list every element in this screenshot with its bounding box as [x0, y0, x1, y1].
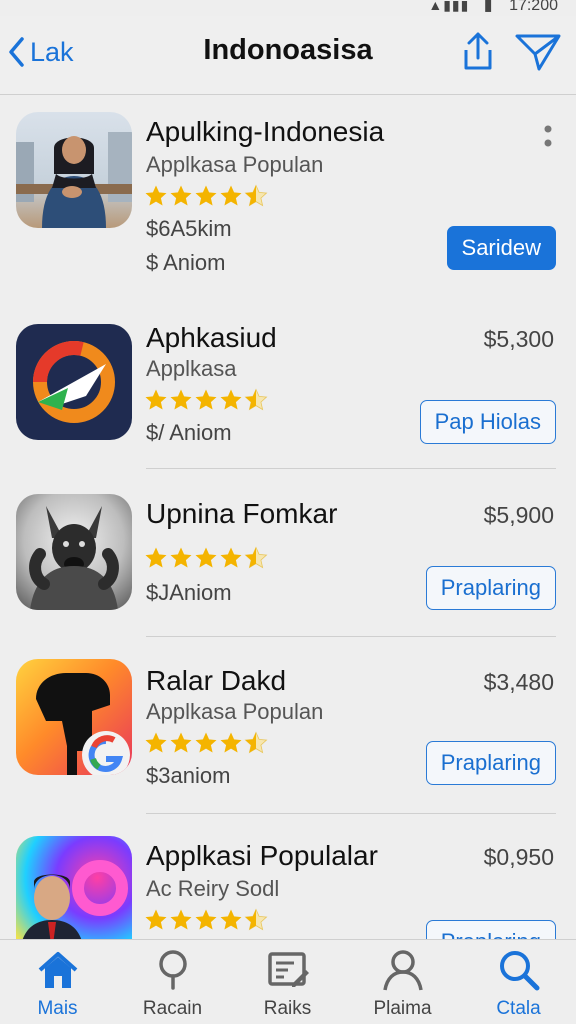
divider — [146, 468, 556, 469]
back-button[interactable]: Lak — [8, 30, 74, 74]
app-price: $3,480 — [483, 669, 554, 695]
star-rating — [144, 184, 268, 208]
share-button[interactable] — [458, 30, 498, 72]
star-icon — [144, 546, 168, 570]
star-icon — [144, 388, 168, 412]
star-icon — [194, 546, 218, 570]
chevron-left-icon — [9, 37, 24, 67]
star-icon — [219, 546, 243, 570]
tab-home[interactable]: Mais — [0, 940, 115, 1024]
app-size: $6A5kim — [146, 216, 232, 241]
app-icon-logo — [16, 324, 132, 440]
send-button[interactable] — [514, 32, 562, 72]
star-icon — [219, 388, 243, 412]
star-half-icon — [244, 546, 268, 570]
app-name[interactable]: Apulking-Indonesia — [146, 116, 384, 148]
app-name[interactable]: Ralar Dakd — [146, 665, 286, 697]
bottom-tab-bar: Mais Racain Raiks Plaima Ctala — [0, 939, 576, 1024]
home-icon — [38, 952, 78, 988]
app-price: $5,900 — [483, 502, 554, 528]
app-list-item[interactable]: Applkasi Populalar $0,950 Ac Reiry Sodl … — [0, 816, 576, 940]
app-category: Applkasa Populan — [146, 699, 324, 724]
document-edit-icon — [268, 952, 309, 987]
star-icon — [194, 184, 218, 208]
app-icon-google — [16, 659, 132, 775]
app-installs: $/ Aniom — [146, 420, 232, 445]
get-button[interactable]: Praplaring — [425, 741, 556, 785]
app-installs: $ Aniom — [146, 250, 226, 275]
star-half-icon — [244, 388, 268, 412]
star-rating — [144, 546, 268, 570]
star-rating — [144, 731, 268, 755]
tab-profile[interactable]: Plaima — [345, 940, 460, 1024]
status-time: 17:200 — [509, 0, 558, 14]
tab-label: Ctala — [496, 998, 541, 1019]
star-icon — [144, 731, 168, 755]
star-icon — [144, 184, 168, 208]
divider — [146, 813, 556, 814]
more-options-button[interactable] — [540, 124, 556, 154]
star-rating — [144, 388, 268, 412]
star-icon — [219, 184, 243, 208]
star-half-icon — [244, 184, 268, 208]
tab-label: Raiks — [263, 998, 312, 1019]
tab-location[interactable]: Racain — [115, 940, 230, 1024]
navigation-bar: Lak Indonoasisa — [0, 16, 576, 95]
get-button[interactable]: Praplaring — [425, 566, 556, 610]
signal-icon: ▲▮▮▮ — [428, 0, 470, 13]
app-category: Ac Reiry Sodl — [146, 876, 280, 901]
location-pin-icon — [159, 950, 187, 990]
share-icon — [464, 32, 492, 70]
tab-label: Plaima — [373, 998, 432, 1019]
app-list-item[interactable]: Apulking-Indonesia Applkasa Populan $6A5… — [0, 94, 576, 298]
app-installs: $3aniom — [146, 763, 231, 788]
app-name[interactable]: Applkasi Populalar — [146, 840, 378, 872]
tab-search[interactable]: Ctala — [461, 940, 576, 1024]
person-icon — [383, 950, 423, 991]
app-list-item[interactable]: Ralar Dakd $3,480 Applkasa Populan $3ani… — [0, 637, 576, 815]
app-price: $5,300 — [483, 326, 554, 352]
battery-icon: ▮ — [483, 0, 493, 14]
star-icon — [169, 184, 193, 208]
star-icon — [144, 908, 168, 932]
app-price: $0,950 — [483, 844, 554, 870]
send-icon — [515, 34, 561, 71]
tab-label: Racain — [142, 998, 203, 1019]
star-icon — [219, 908, 243, 932]
app-category: Applkasa Populan — [146, 152, 324, 177]
star-icon — [194, 388, 218, 412]
star-icon — [219, 731, 243, 755]
app-icon-photo — [16, 112, 132, 228]
tab-label: Mais — [37, 998, 78, 1019]
back-label: Lak — [30, 36, 74, 67]
star-icon — [169, 908, 193, 932]
app-name[interactable]: Upnina Fomkar — [146, 498, 337, 530]
star-half-icon — [244, 908, 268, 932]
status-bar: ▲▮▮▮ ▮ 17:200 — [0, 0, 576, 16]
get-button[interactable]: Praplaring — [425, 920, 556, 940]
app-list-item[interactable]: Aphkasiud $5,300 Applkasa $/ Aniom Pap H… — [0, 310, 576, 470]
star-icon — [169, 388, 193, 412]
app-icon-portrait — [16, 836, 132, 940]
star-icon — [194, 731, 218, 755]
install-button[interactable]: Saridew — [446, 226, 556, 270]
more-vertical-icon — [544, 125, 552, 147]
star-icon — [169, 731, 193, 755]
search-icon — [500, 951, 540, 991]
app-icon-dog — [16, 494, 132, 610]
app-name[interactable]: Aphkasiud — [146, 322, 277, 354]
star-rating — [144, 908, 268, 932]
star-half-icon — [244, 731, 268, 755]
star-icon — [169, 546, 193, 570]
app-list-item[interactable]: Upnina Fomkar $5,900 $JAniom Praplaring — [0, 470, 576, 637]
app-category: Applkasa — [146, 356, 237, 381]
tab-documents[interactable]: Raiks — [230, 940, 345, 1024]
get-button[interactable]: Pap Hiolas — [419, 400, 556, 444]
app-installs: $JAniom — [146, 580, 232, 605]
star-icon — [194, 908, 218, 932]
